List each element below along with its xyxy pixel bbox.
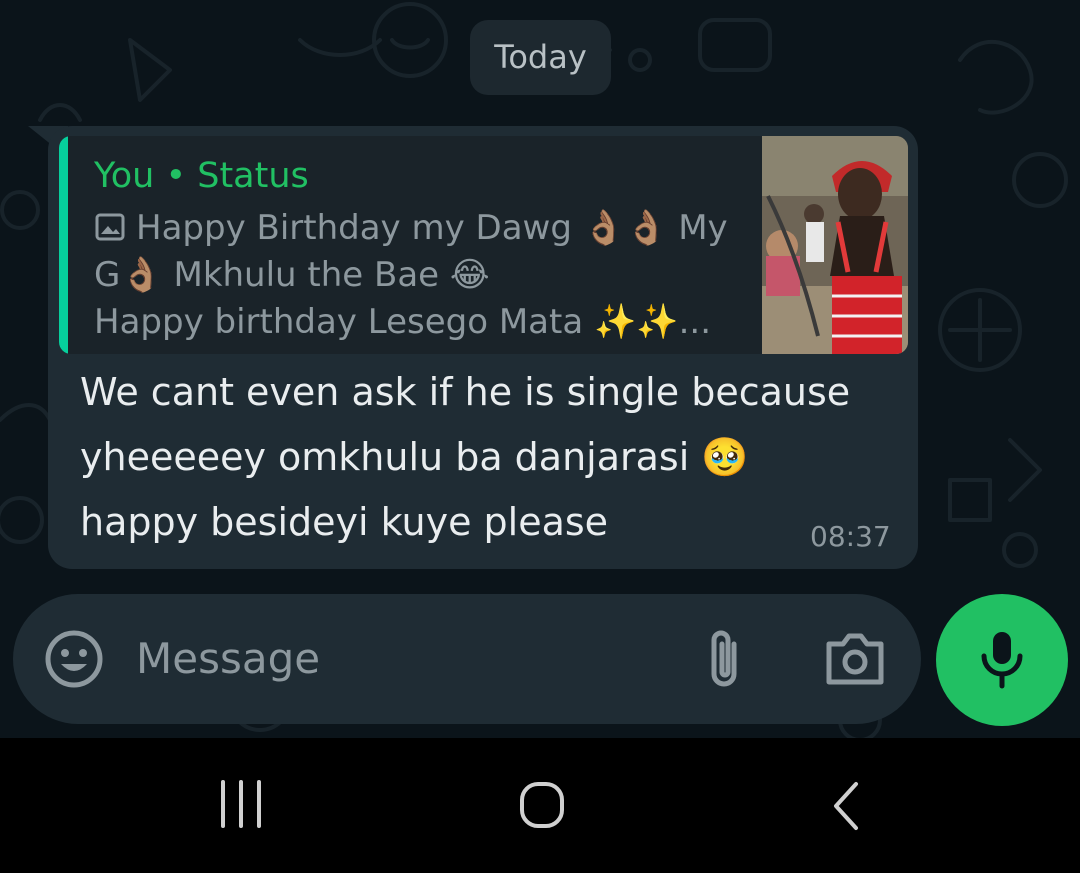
back-icon[interactable] xyxy=(828,778,864,834)
message-input[interactable]: Message xyxy=(136,632,320,686)
quote-accent-bar xyxy=(59,136,68,354)
chat-area[interactable]: Today You • Status Happy Birthday my Daw… xyxy=(0,0,1080,738)
message-text: We cant even ask if he is single because… xyxy=(80,360,880,555)
recents-icon[interactable] xyxy=(218,778,264,830)
message-line-3: happy besideyi kuye please xyxy=(80,500,609,544)
message-line-1: We cant even ask if he is single because xyxy=(80,370,851,414)
quote-sender: You • Status xyxy=(94,156,309,196)
paperclip-icon[interactable] xyxy=(701,626,747,692)
date-chip: Today xyxy=(470,20,611,95)
message-composer[interactable]: Message xyxy=(13,594,921,724)
image-icon xyxy=(95,213,125,241)
message-line-2: yheeeeey omkhulu ba danjarasi 🥹 xyxy=(80,435,749,479)
voice-record-button[interactable] xyxy=(936,594,1068,726)
mic-icon xyxy=(981,632,1023,689)
quoted-status-reply[interactable]: You • Status Happy Birthday my Dawg 👌🏽👌🏽… xyxy=(59,136,908,354)
quote-line-3: Happy birthday Lesego Mata ✨✨... xyxy=(94,302,712,342)
quote-line-1: Happy Birthday my Dawg 👌🏽👌🏽 My xyxy=(94,205,764,252)
quote-line-2: G👌🏽 Mkhulu the Bae 😂 xyxy=(94,255,490,295)
system-navigation-bar xyxy=(0,738,1080,873)
quote-text: Happy Birthday my Dawg 👌🏽👌🏽 My G👌🏽 Mkhul… xyxy=(94,205,764,346)
emoji-icon[interactable] xyxy=(43,628,105,690)
home-icon[interactable] xyxy=(518,778,566,834)
camera-icon[interactable] xyxy=(823,628,887,690)
status-photo-thumbnail[interactable] xyxy=(762,136,908,354)
message-timestamp: 08:37 xyxy=(810,520,891,553)
